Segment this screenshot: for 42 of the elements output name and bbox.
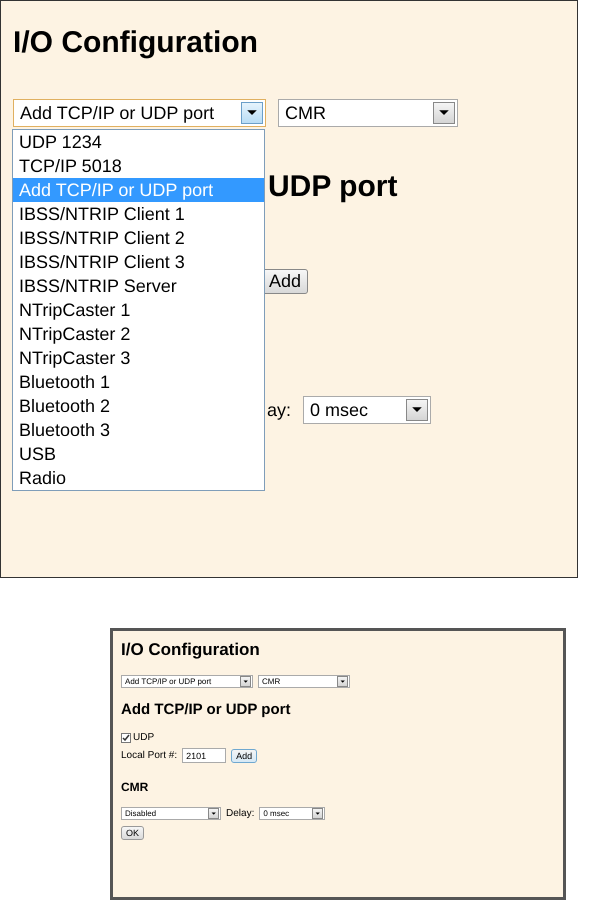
dropdown-option[interactable]: IBSS/NTRIP Client 1: [13, 202, 264, 226]
dropdown-option[interactable]: TCP/IP 5018: [13, 154, 264, 178]
dropdown-option[interactable]: Bluetooth 3: [13, 418, 264, 442]
dropdown-select[interactable]: Disabled: [121, 807, 221, 820]
dropdown-select[interactable]: 0 msec: [259, 807, 326, 820]
add-button[interactable]: Add: [231, 748, 258, 762]
section-heading: Add TCP/IP or UDP port: [121, 700, 292, 720]
page-title: I/O Configuration: [13, 25, 259, 61]
caret-icon: [240, 676, 251, 687]
dropdown-option[interactable]: Bluetooth 2: [13, 394, 264, 418]
section-heading: CMR: [121, 779, 150, 795]
dropdown-option[interactable]: NTripCaster 2: [13, 322, 264, 346]
dropdown-option[interactable]: IBSS/NTRIP Client 3: [13, 250, 264, 274]
caret-icon: [406, 399, 428, 421]
dropdown-option[interactable]: NTripCaster 3: [13, 346, 264, 370]
add-button[interactable]: Add: [262, 269, 308, 294]
dropdown-select[interactable]: 0 msec: [303, 396, 432, 424]
dropdown-option[interactable]: IBSS/NTRIP Client 2: [13, 226, 264, 250]
dropdown-option[interactable]: IBSS/NTRIP Server: [13, 274, 264, 298]
dropdown-select[interactable]: CMR: [278, 99, 458, 127]
dropdown-select[interactable]: Add TCP/IP or UDP port: [121, 675, 253, 688]
dropdown-option[interactable]: Radio: [13, 466, 264, 490]
dropdown-option[interactable]: USB: [13, 442, 264, 466]
caret-icon: [208, 808, 219, 819]
caret-icon: [312, 808, 324, 819]
dropdown-select[interactable]: CMR: [258, 675, 350, 688]
dropdown-option[interactable]: UDP 1234: [13, 130, 264, 154]
ok-button[interactable]: OK: [121, 826, 144, 840]
caret-icon: [337, 676, 348, 687]
delay-label: Delay:: [226, 808, 254, 819]
caret-icon: [241, 102, 263, 124]
section-heading: UDP port: [268, 169, 398, 205]
dropdown-option[interactable]: NTripCaster 1: [13, 298, 264, 322]
caret-icon: [433, 102, 455, 124]
checkbox[interactable]: [121, 732, 131, 742]
page-title: I/O Configuration: [121, 639, 261, 661]
dropdown-select[interactable]: Add TCP/IP or UDP port: [13, 99, 266, 127]
local-port-label: Local Port #:: [121, 750, 178, 761]
local-port-field[interactable]: 2101: [182, 748, 226, 763]
checkbox-label: UDP: [133, 732, 154, 743]
delay-label: ay:: [267, 400, 292, 420]
dropdown-option[interactable]: Bluetooth 1: [13, 370, 264, 394]
